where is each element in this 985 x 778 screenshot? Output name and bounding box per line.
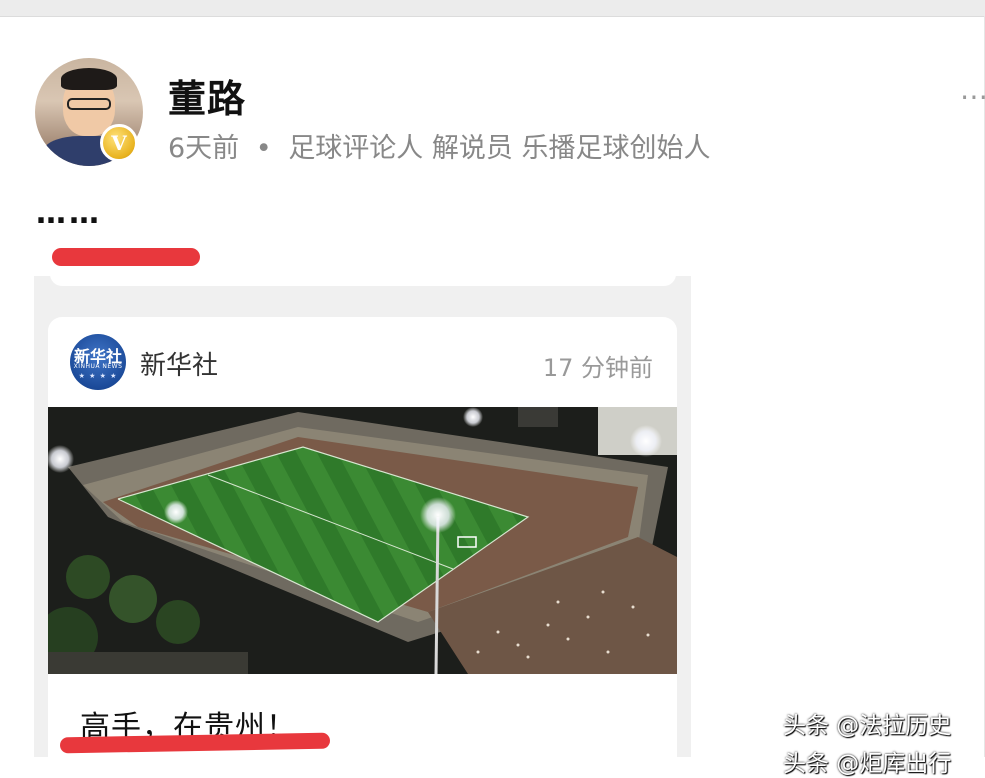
news-source-name[interactable]: 新华社 <box>140 345 218 382</box>
more-options-icon[interactable]: ⋯ <box>960 80 985 113</box>
stadium-photo[interactable] <box>48 407 677 674</box>
watermark-line-1: 头条 @法拉历史 <box>783 713 952 739</box>
stadium-photo-art <box>48 407 677 674</box>
red-highlight-mark <box>52 248 200 266</box>
xinhua-logo-icon: 新华社 XINHUA NEWS ★ ★ ★ ★ <box>70 334 126 390</box>
logo-stars: ★ ★ ★ ★ <box>78 372 118 380</box>
post-body-text: …… <box>36 196 102 231</box>
watermark-line-2: 头条 @炬库出行 <box>783 751 952 777</box>
avatar-glasses <box>67 98 111 110</box>
author-name[interactable]: 董路 <box>168 68 246 123</box>
post-time: 6天前 <box>168 133 240 164</box>
post-meta: 6天前 • 足球评论人 解说员 乐播足球创始人 <box>168 126 710 165</box>
author-bio: 足球评论人 解说员 乐播足球创始人 <box>288 133 711 164</box>
embedded-previous-card <box>50 276 676 286</box>
embedded-screenshot[interactable]: 新华社 XINHUA NEWS ★ ★ ★ ★ 新华社 17 分钟前 高手，在贵… <box>34 276 691 757</box>
top-strip <box>0 0 985 17</box>
avatar-hair <box>61 68 117 90</box>
verified-badge-icon: V <box>100 124 138 162</box>
red-underline-mark <box>59 732 331 754</box>
logo-text-en: XINHUA NEWS <box>73 363 123 370</box>
news-time: 17 分钟前 <box>542 354 653 382</box>
meta-separator: • <box>255 133 272 164</box>
news-card[interactable]: 新华社 XINHUA NEWS ★ ★ ★ ★ 新华社 17 分钟前 高手，在贵… <box>48 317 677 757</box>
